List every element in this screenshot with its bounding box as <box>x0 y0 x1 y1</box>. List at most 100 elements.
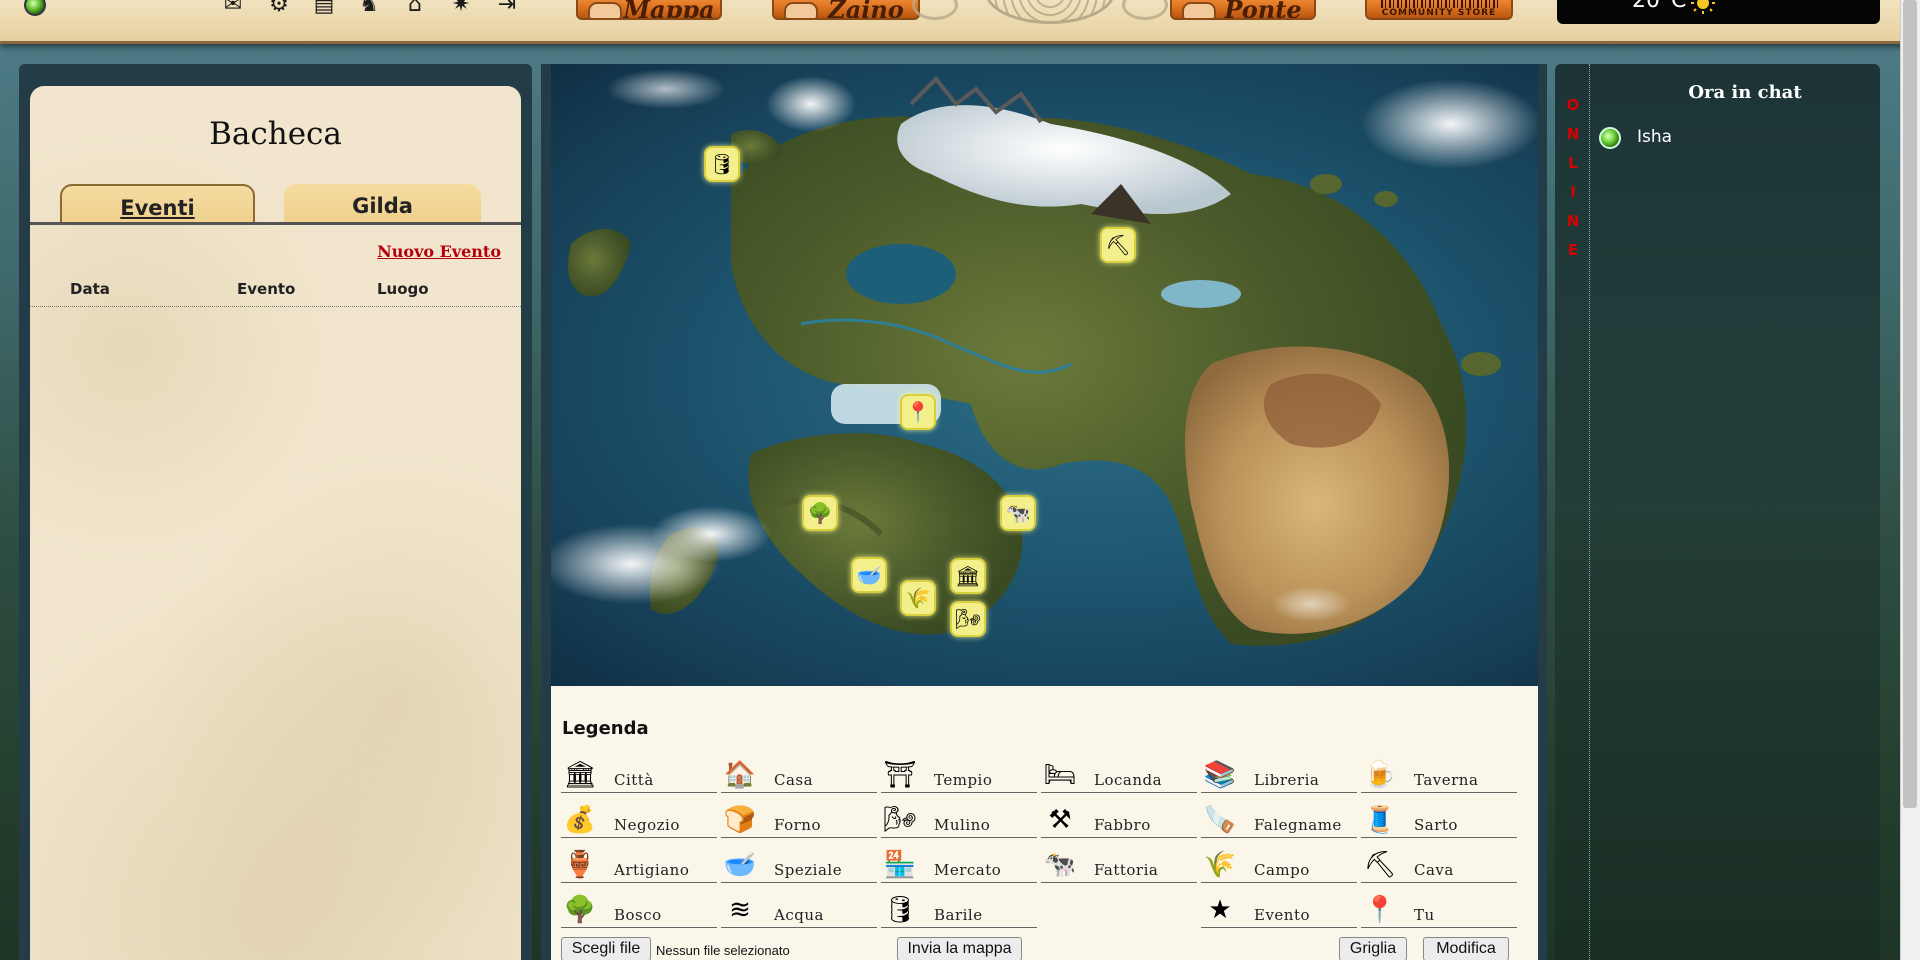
chat-user-isha[interactable]: Isha <box>1637 127 1672 147</box>
bed-icon: 🛏 <box>1043 760 1077 790</box>
map-marker-field[interactable]: 🌾 <box>900 580 936 616</box>
temperature-label: 20°C <box>1632 0 1687 13</box>
legend-item-label: Locanda <box>1094 771 1163 789</box>
legend-item-label: Artigiano <box>614 861 690 879</box>
turtle-icon[interactable]: ♞ <box>356 0 382 18</box>
legend-item-label: Negozio <box>614 816 680 834</box>
column-header-data: Data <box>70 280 110 298</box>
bacheca-title: Bacheca <box>209 116 342 152</box>
legend-item: 🪚 Falegname <box>1201 802 1357 838</box>
map-marker-farm[interactable]: 🐄 <box>1000 495 1036 531</box>
vase-icon: 🏺 <box>563 850 597 880</box>
logout-icon[interactable]: ⇥ <box>494 0 520 18</box>
nav-button-zaino[interactable]: Zaino <box>772 0 920 20</box>
choose-file-button[interactable]: Scegli file <box>561 937 651 960</box>
world-map[interactable]: 🛢 ⛏ 📍 🌳 🐄 🥣 🌾 🏛 🌬 <box>551 64 1538 686</box>
legend-item: 💰 Negozio <box>561 802 717 838</box>
legend-item: 🍺 Taverna <box>1361 757 1517 793</box>
edit-button[interactable]: Modifica <box>1423 937 1509 960</box>
wheat-icon: 🌾 <box>1203 850 1237 880</box>
star-icon: ★ <box>1208 895 1232 925</box>
new-event-link[interactable]: Nuovo Evento <box>377 242 501 261</box>
legend-item-label: Barile <box>934 906 983 924</box>
legend-item-label: Casa <box>774 771 814 789</box>
legend-title: Legenda <box>562 718 649 739</box>
location-pin-icon: 📍 <box>1363 895 1397 925</box>
legend-item: ≋ Acqua <box>721 892 877 928</box>
quarry-icon: ⛏ <box>1363 850 1397 880</box>
legend-item-label: Tu <box>1414 906 1435 924</box>
legend-item: 🥣 Speziale <box>721 847 877 883</box>
legend-item: 🛏 Locanda <box>1041 757 1197 793</box>
online-letter: O <box>1566 96 1580 114</box>
top-bar: ✉ ⚙ ▤ ♞ ⌂ ✷ ⇥ Mappa Zaino Ponte COMMUNIT… <box>0 0 1920 44</box>
temple-icon[interactable]: ⌂ <box>402 0 428 18</box>
legend-item-label: Forno <box>774 816 821 834</box>
column-header-evento: Evento <box>237 280 296 298</box>
status-indicator-icon <box>24 0 46 16</box>
chat-title: Ora in chat <box>1688 82 1802 103</box>
nav-button-ponte[interactable]: Ponte <box>1170 0 1316 20</box>
send-map-button[interactable]: Invia la mappa <box>897 937 1022 960</box>
legend-item: ⚒ Fabbro <box>1041 802 1197 838</box>
cow-icon: 🐄 <box>1043 850 1077 880</box>
windmill-icon: 🌬 <box>883 805 917 835</box>
legend-item-label: Mulino <box>934 816 991 834</box>
legend-item-label: Fattoria <box>1094 861 1159 879</box>
legend-item-label: Città <box>614 771 654 789</box>
online-letter: N <box>1566 212 1580 230</box>
map-terrain <box>551 69 1538 646</box>
scroll-icon[interactable]: ▤ <box>311 0 337 18</box>
tab-eventi[interactable]: Eventi <box>60 184 255 224</box>
sun-icon <box>1691 0 1715 14</box>
map-marker-mill[interactable]: 🌬 <box>950 601 986 637</box>
weather-box: 20°C <box>1557 0 1880 24</box>
mail-icon[interactable]: ✉ <box>220 0 246 18</box>
tab-divider <box>30 222 521 225</box>
scrollbar-thumb[interactable] <box>1903 0 1917 808</box>
column-header-luogo: Luogo <box>377 280 429 298</box>
legend-item: 🍞 Forno <box>721 802 877 838</box>
legend-item: ★ Evento <box>1201 892 1357 928</box>
legend-item: 🌳 Bosco <box>561 892 717 928</box>
temple-icon: ⛩ <box>883 760 917 790</box>
beer-icon: 🍺 <box>1363 760 1397 790</box>
market-stall-icon: 🏪 <box>883 850 917 880</box>
tab-gilda[interactable]: Gilda <box>284 184 481 224</box>
legend-item: ⛏ Cava <box>1361 847 1517 883</box>
books-icon: 📚 <box>1203 760 1237 790</box>
chat-panel <box>1555 64 1880 960</box>
file-status-label: Nessun file selezionato <box>656 943 790 958</box>
header-divider <box>30 306 521 307</box>
nav-button-mappa[interactable]: Mappa <box>576 0 722 20</box>
map-marker-you[interactable]: 📍 <box>900 394 936 430</box>
house-icon: 🏠 <box>723 760 757 790</box>
backpack-icon <box>784 2 818 18</box>
gear-icon[interactable]: ⚙ <box>266 0 292 18</box>
legend-item: 🏛 Città <box>561 757 717 793</box>
legend-item-label: Libreria <box>1254 771 1320 789</box>
legend-item: 🧵 Sarto <box>1361 802 1517 838</box>
map-marker-city[interactable]: 🏛 <box>950 558 986 594</box>
legend-item: 🏺 Artigiano <box>561 847 717 883</box>
map-marker-forest[interactable]: 🌳 <box>802 495 838 531</box>
legend-item-label: Speziale <box>774 861 843 879</box>
map-marker-barrel[interactable]: 🛢 <box>704 146 740 182</box>
globe-emblem <box>985 0 1115 24</box>
tree-icon: 🌳 <box>563 895 597 925</box>
legend-item-label: Fabbro <box>1094 816 1151 834</box>
beetle-icon[interactable]: ✷ <box>448 0 474 18</box>
online-letter: E <box>1567 241 1579 259</box>
legend-item-label: Acqua <box>774 906 824 924</box>
legend-item: 🏠 Casa <box>721 757 877 793</box>
city-icon: 🏛 <box>563 760 597 790</box>
map-marker-quarry[interactable]: ⛏ <box>1100 227 1136 263</box>
grid-button[interactable]: Griglia <box>1339 937 1407 960</box>
legend-item: 🛢 Barile <box>881 892 1037 928</box>
legend-item: 🏪 Mercato <box>881 847 1037 883</box>
legend-item: ⛩ Tempio <box>881 757 1037 793</box>
map-marker-spices[interactable]: 🥣 <box>851 557 887 593</box>
community-store-button[interactable]: COMMUNITY STORE <box>1365 0 1513 20</box>
legend-item: 🌾 Campo <box>1201 847 1357 883</box>
legend-item: 📍 Tu <box>1361 892 1517 928</box>
